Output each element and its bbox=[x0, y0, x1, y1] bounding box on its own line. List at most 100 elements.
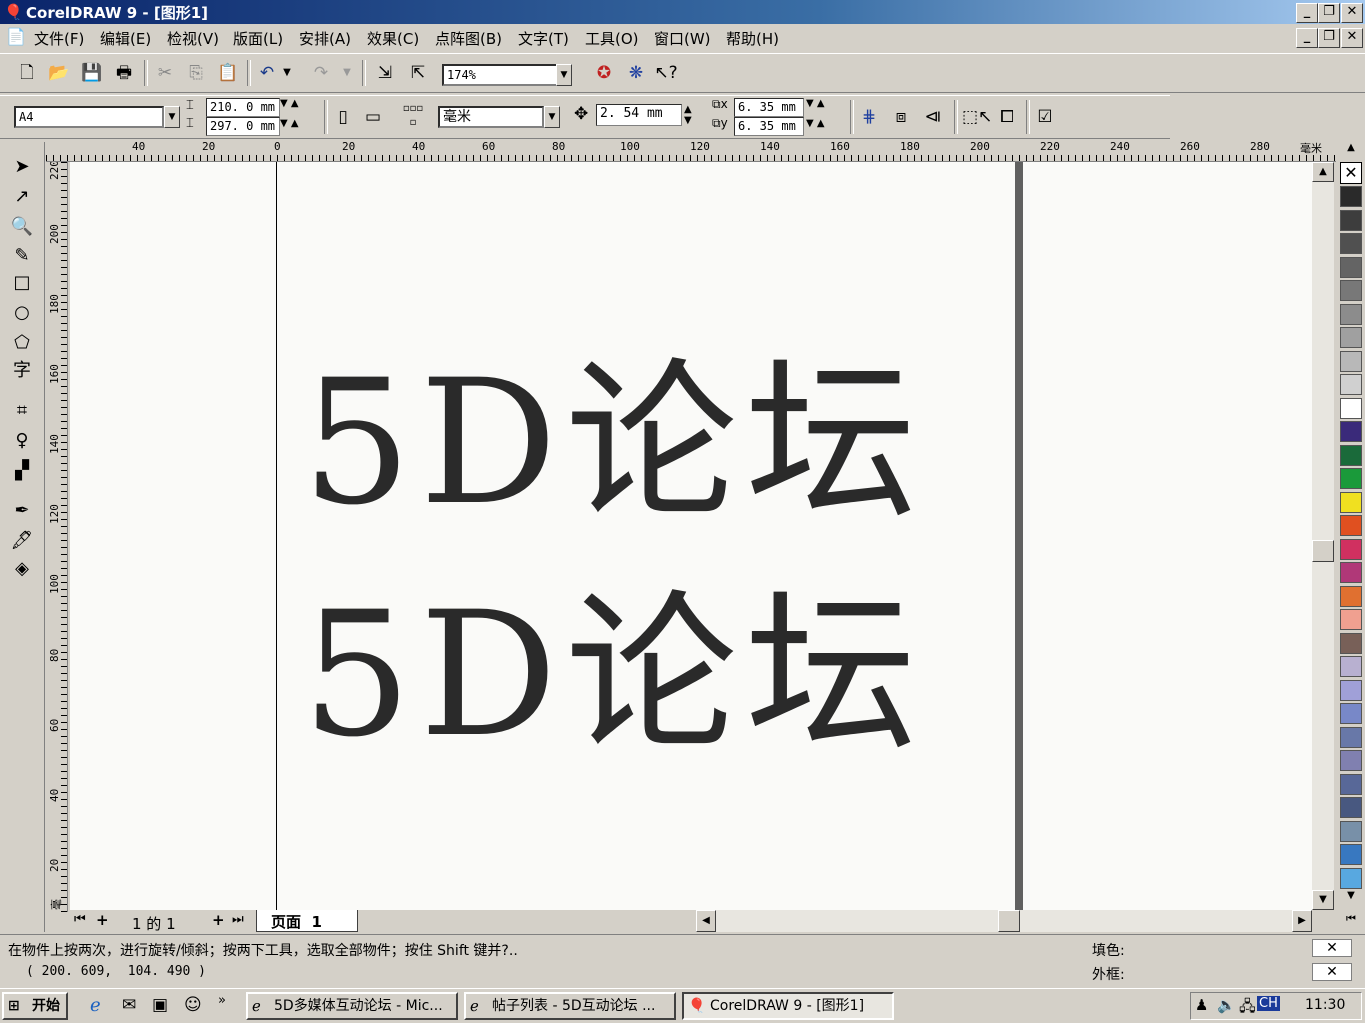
color-swatch[interactable] bbox=[1340, 468, 1362, 489]
print-icon[interactable]: 🖶 bbox=[111, 60, 137, 86]
dup-y-field[interactable]: 6. 35 mm bbox=[734, 117, 804, 136]
color-swatch[interactable] bbox=[1340, 750, 1362, 771]
facing-pages-icon[interactable]: ▫▫▫ ▫ bbox=[400, 102, 426, 128]
menu-edit[interactable]: 编辑(E) bbox=[100, 28, 151, 49]
color-swatch[interactable] bbox=[1340, 726, 1362, 748]
transparency-tool-icon[interactable]: ♀ bbox=[8, 428, 36, 454]
snap-guidelines-icon[interactable]: ⧈ bbox=[888, 104, 914, 130]
ie-icon[interactable]: ℯ bbox=[90, 995, 101, 1016]
start-button[interactable]: ⊞ 开始 bbox=[2, 992, 68, 1020]
color-swatch[interactable] bbox=[1340, 397, 1362, 419]
zoom-dropdown-button[interactable]: ▼ bbox=[556, 64, 572, 86]
dup-x-spin-icon[interactable]: ▼ ▲ bbox=[806, 98, 825, 109]
paper-size-dropdown-button[interactable]: ▼ bbox=[164, 106, 180, 128]
menu-effects[interactable]: 效果(C) bbox=[367, 28, 419, 49]
scroll-down-button[interactable]: ▼ bbox=[1312, 890, 1334, 910]
whats-this-icon[interactable]: ↖? bbox=[653, 60, 679, 86]
options-icon[interactable]: ☑ bbox=[1032, 104, 1058, 130]
doc-minimize-button[interactable]: _ bbox=[1296, 28, 1318, 48]
color-swatch[interactable] bbox=[1340, 350, 1362, 372]
color-swatch[interactable] bbox=[1340, 280, 1362, 301]
nudge-field[interactable]: 2. 54 mm bbox=[596, 104, 682, 126]
paper-size-field[interactable]: A4 bbox=[14, 106, 164, 128]
export-icon[interactable]: ⇱ bbox=[405, 60, 431, 86]
color-swatch[interactable] bbox=[1340, 679, 1362, 701]
units-dropdown-button[interactable]: ▼ bbox=[544, 106, 560, 128]
color-swatch[interactable] bbox=[1340, 797, 1362, 818]
pick-tool-icon[interactable]: ➤ bbox=[8, 154, 36, 180]
menu-text[interactable]: 文字(T) bbox=[518, 28, 569, 49]
color-swatch[interactable] bbox=[1340, 632, 1362, 654]
taskbar-button-coreldraw[interactable]: 🎈 CorelDRAW 9 - [图形1] bbox=[682, 992, 894, 1020]
color-swatch[interactable] bbox=[1340, 233, 1362, 254]
scroll-thumb[interactable] bbox=[1312, 540, 1334, 562]
volume-icon[interactable]: 🔈 bbox=[1217, 996, 1236, 1014]
color-swatch[interactable] bbox=[1340, 656, 1362, 677]
snap-objects-icon[interactable]: ⧏ bbox=[920, 104, 946, 130]
color-swatch[interactable] bbox=[1340, 421, 1362, 442]
undo-dropdown-icon[interactable]: ▼ bbox=[280, 60, 294, 86]
vertical-scrollbar[interactable]: ▲ ▼ bbox=[1312, 162, 1334, 910]
doc-close-button[interactable]: ✕ bbox=[1341, 28, 1363, 48]
scroll-thumb[interactable] bbox=[998, 910, 1020, 932]
copy-icon[interactable]: ⎘ bbox=[183, 60, 209, 86]
close-button[interactable]: ✕ bbox=[1341, 3, 1363, 23]
doc-restore-button[interactable]: ❐ bbox=[1318, 28, 1340, 48]
save-icon[interactable]: 💾 bbox=[79, 60, 105, 86]
redo-dropdown-icon[interactable]: ▼ bbox=[340, 60, 354, 86]
color-swatch[interactable] bbox=[1340, 186, 1362, 207]
network-icon[interactable]: 🖧 bbox=[1239, 996, 1256, 1021]
color-swatch[interactable] bbox=[1340, 820, 1362, 842]
text-object[interactable]: 5D论坛 bbox=[302, 302, 925, 552]
fill-swatch-icon[interactable]: ✕ bbox=[1312, 939, 1352, 957]
antivirus-icon[interactable]: ♟ bbox=[1195, 996, 1208, 1014]
taskbar-button-posts[interactable]: ℯ 帖子列表 - 5D互动论坛 ... bbox=[464, 992, 676, 1020]
scroll-right-button[interactable]: ▶ bbox=[1292, 910, 1312, 932]
input-language-indicator[interactable]: CH bbox=[1257, 996, 1280, 1011]
snap-grid-icon[interactable]: ⋕ bbox=[856, 104, 882, 130]
text-tool-icon[interactable]: 字 bbox=[8, 358, 36, 384]
taskbar-button-forum[interactable]: ℯ 5D多媒体互动论坛 - Mic... bbox=[246, 992, 458, 1020]
menu-bitmaps[interactable]: 点阵图(B) bbox=[435, 28, 502, 49]
color-swatch[interactable] bbox=[1340, 609, 1362, 630]
color-swatch[interactable] bbox=[1340, 844, 1362, 865]
landscape-icon[interactable]: ▭ bbox=[360, 104, 386, 130]
menu-arrange[interactable]: 安排(A) bbox=[299, 28, 351, 49]
color-swatch[interactable] bbox=[1340, 256, 1362, 278]
redo-icon[interactable]: ↷ bbox=[308, 60, 334, 86]
dup-y-spin-icon[interactable]: ▼ ▲ bbox=[806, 118, 825, 129]
page-height-field[interactable]: 297. 0 mm bbox=[206, 117, 280, 136]
color-swatch[interactable] bbox=[1340, 538, 1362, 560]
outline-tool-icon[interactable]: 🖋 bbox=[8, 528, 36, 554]
palette-scroll-up-icon[interactable]: ▲ bbox=[1340, 142, 1362, 158]
color-swatch[interactable] bbox=[1340, 444, 1362, 466]
color-swatch[interactable] bbox=[1340, 585, 1362, 607]
shape-tool-icon[interactable]: ↗ bbox=[8, 184, 36, 210]
restore-button[interactable]: ❐ bbox=[1318, 3, 1340, 23]
more-quicklaunch-icon[interactable]: » bbox=[218, 993, 226, 1008]
zoom-tool-icon[interactable]: 🔍 bbox=[8, 214, 36, 240]
qq-icon[interactable]: ☺ bbox=[184, 995, 202, 1015]
scroll-up-button[interactable]: ▲ bbox=[1312, 162, 1334, 182]
nudge-spin-icon[interactable]: ▲ ▼ bbox=[684, 104, 692, 126]
color-swatch[interactable] bbox=[1340, 562, 1362, 583]
open-icon[interactable]: 📂 bbox=[46, 60, 72, 86]
cut-icon[interactable]: ✂ bbox=[152, 60, 178, 86]
fill-tool-icon[interactable]: ◈ bbox=[8, 556, 36, 582]
zoom-level-field[interactable]: 174% bbox=[442, 64, 558, 86]
add-page-before-icon[interactable]: + bbox=[96, 911, 109, 929]
menu-layout[interactable]: 版面(L) bbox=[233, 28, 283, 49]
minimize-button[interactable]: _ bbox=[1296, 3, 1318, 23]
first-page-icon[interactable]: ⏮ bbox=[74, 912, 86, 927]
corel-web-icon[interactable]: ❋ bbox=[623, 60, 649, 86]
paste-icon[interactable]: 📋 bbox=[215, 60, 241, 86]
last-page-icon[interactable]: ⏭ bbox=[232, 912, 244, 927]
horizontal-scrollbar[interactable]: ◀ ▶ bbox=[696, 910, 1312, 932]
outlook-icon[interactable]: ✉ bbox=[122, 995, 136, 1015]
polygon-tool-icon[interactable]: ⬠ bbox=[8, 330, 36, 356]
width-spin-icon[interactable]: ▼ ▲ bbox=[280, 98, 299, 109]
import-icon[interactable]: ⇲ bbox=[372, 60, 398, 86]
extrude-tool-icon[interactable]: ▞ bbox=[8, 458, 36, 484]
palette-scroll-down-icon[interactable]: ▼ bbox=[1340, 890, 1362, 906]
menu-window[interactable]: 窗口(W) bbox=[654, 28, 711, 49]
